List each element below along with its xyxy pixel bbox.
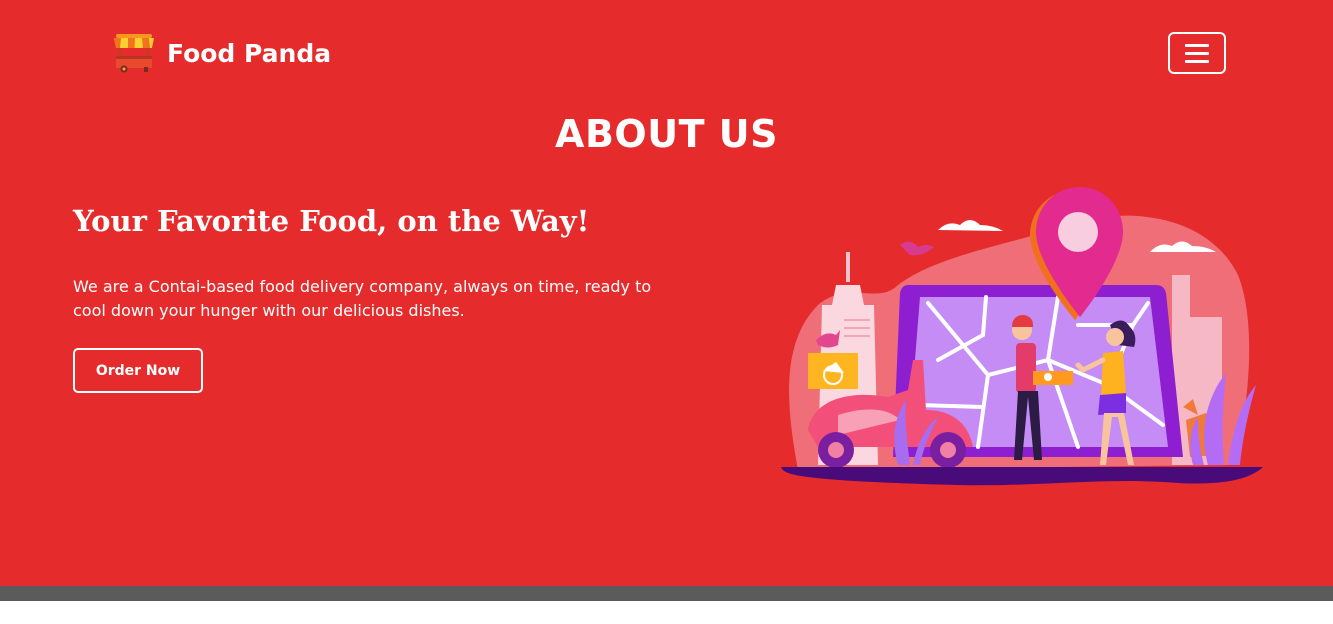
hamburger-menu-icon [1185, 43, 1209, 47]
hamburger-menu-icon [1185, 51, 1209, 55]
hero-description: We are a Contai-based food delivery comp… [73, 277, 652, 320]
brand-name: Food Panda [167, 38, 332, 68]
hero-headline: Your Favorite Food, on the Way! [73, 204, 590, 238]
food-stall-icon [114, 34, 154, 73]
footer-divider [0, 586, 1333, 601]
hamburger-menu-icon [1185, 59, 1209, 63]
delivery-illustration [781, 187, 1263, 486]
order-now-button[interactable]: Order Now [73, 348, 203, 393]
page-title: ABOUT US [555, 112, 778, 156]
brand-logo[interactable]: Food Panda [112, 32, 331, 74]
hero-section: Food Panda ABOUT US Your Favorite Food, … [0, 0, 1333, 586]
hamburger-menu-button[interactable] [1168, 32, 1226, 74]
